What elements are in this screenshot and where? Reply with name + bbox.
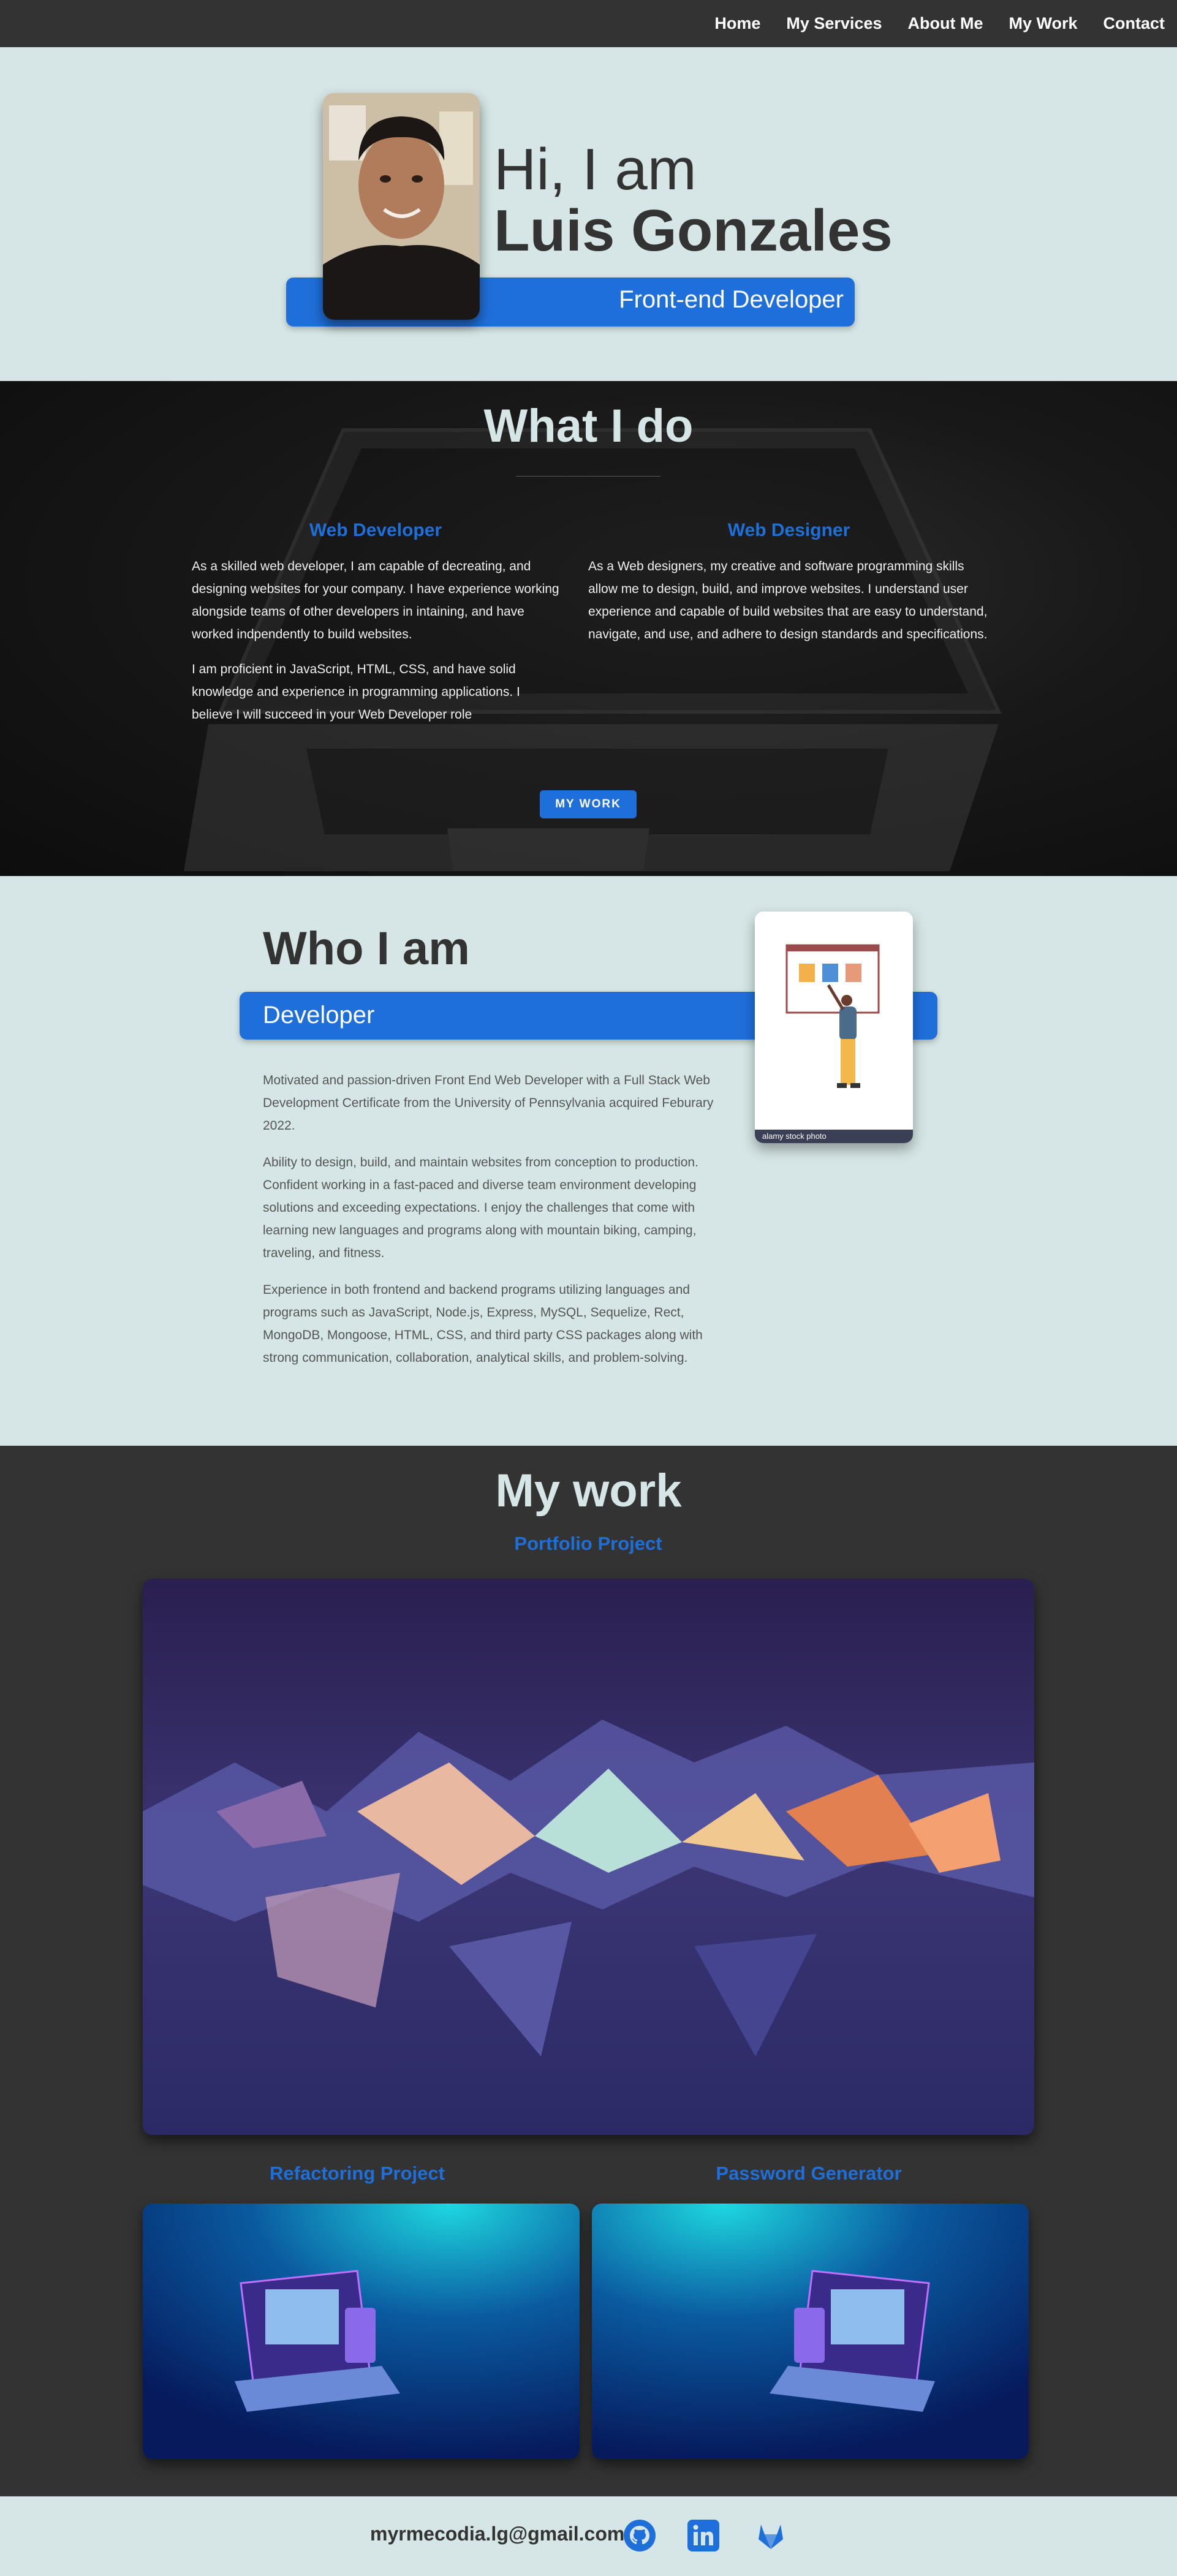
project-image-refactoring[interactable] <box>143 2204 580 2459</box>
contact-email[interactable]: myrmecodia.lg@gmail.com <box>370 2523 624 2545</box>
hero-section: Front-end Developer Hi, I am Luis Gonzal… <box>0 47 1177 381</box>
work-title: My work <box>495 1465 682 1517</box>
project-image-password[interactable] <box>592 2204 1029 2459</box>
nav-work-link[interactable]: My Work <box>1009 14 1077 33</box>
image-caption: alamy stock photo <box>755 1130 913 1143</box>
service-web-developer: Web Developer As a skilled web developer… <box>192 519 559 738</box>
nav-services-link[interactable]: My Services <box>786 14 882 33</box>
service-paragraph: I am proficient in JavaScript, HTML, CSS… <box>192 662 520 722</box>
about-text: Motivated and passion-driven Front End W… <box>263 1069 729 1383</box>
profile-photo <box>323 93 480 320</box>
work-section: My work Portfolio Project Refactoring Pr… <box>0 1446 1177 2496</box>
service-heading: Web Designer <box>727 520 850 540</box>
linkedin-icon[interactable] <box>686 2518 721 2553</box>
project-image-portfolio[interactable] <box>143 1579 1034 2135</box>
about-role: Developer <box>263 1002 375 1029</box>
service-heading: Web Developer <box>309 520 442 540</box>
hero-name: Luis Gonzales <box>494 198 893 263</box>
gitlab-icon[interactable] <box>754 2518 788 2553</box>
service-paragraph: As a skilled web developer, I am capable… <box>192 559 559 641</box>
nav-contact-link[interactable]: Contact <box>1103 14 1165 33</box>
project-title-portfolio: Portfolio Project <box>514 1533 662 1554</box>
services-title: What I do <box>483 400 694 452</box>
hero-role: Front-end Developer <box>619 286 844 313</box>
about-paragraph: Experience in both frontend and backend … <box>263 1283 703 1365</box>
nav-home-link[interactable]: Home <box>714 14 760 33</box>
developer-illustration: alamy stock photo <box>755 912 913 1143</box>
github-icon[interactable] <box>623 2518 657 2553</box>
my-work-button[interactable]: MY WORK <box>540 790 637 818</box>
hero-greeting: Hi, I am <box>494 137 697 202</box>
nav-about-link[interactable]: About Me <box>907 14 983 33</box>
services-section: What I do Web Developer As a skilled web… <box>0 381 1177 876</box>
service-paragraph: As a Web designers, my creative and soft… <box>588 559 988 641</box>
about-section: Developer Who I am alamy stock photo Mot… <box>0 876 1177 1446</box>
about-title: Who I am <box>263 923 470 975</box>
about-paragraph: Motivated and passion-driven Front End W… <box>263 1073 714 1133</box>
service-web-designer: Web Designer As a Web designers, my crea… <box>588 519 990 658</box>
project-title-password: Password Generator <box>716 2162 902 2184</box>
project-title-refactoring: Refactoring Project <box>270 2162 445 2184</box>
about-paragraph: Ability to design, build, and maintain w… <box>263 1155 698 1260</box>
top-nav: Home My Services About Me My Work Contac… <box>0 0 1177 47</box>
services-divider <box>516 476 660 477</box>
footer: myrmecodia.lg@gmail.com <box>0 2496 1177 2576</box>
